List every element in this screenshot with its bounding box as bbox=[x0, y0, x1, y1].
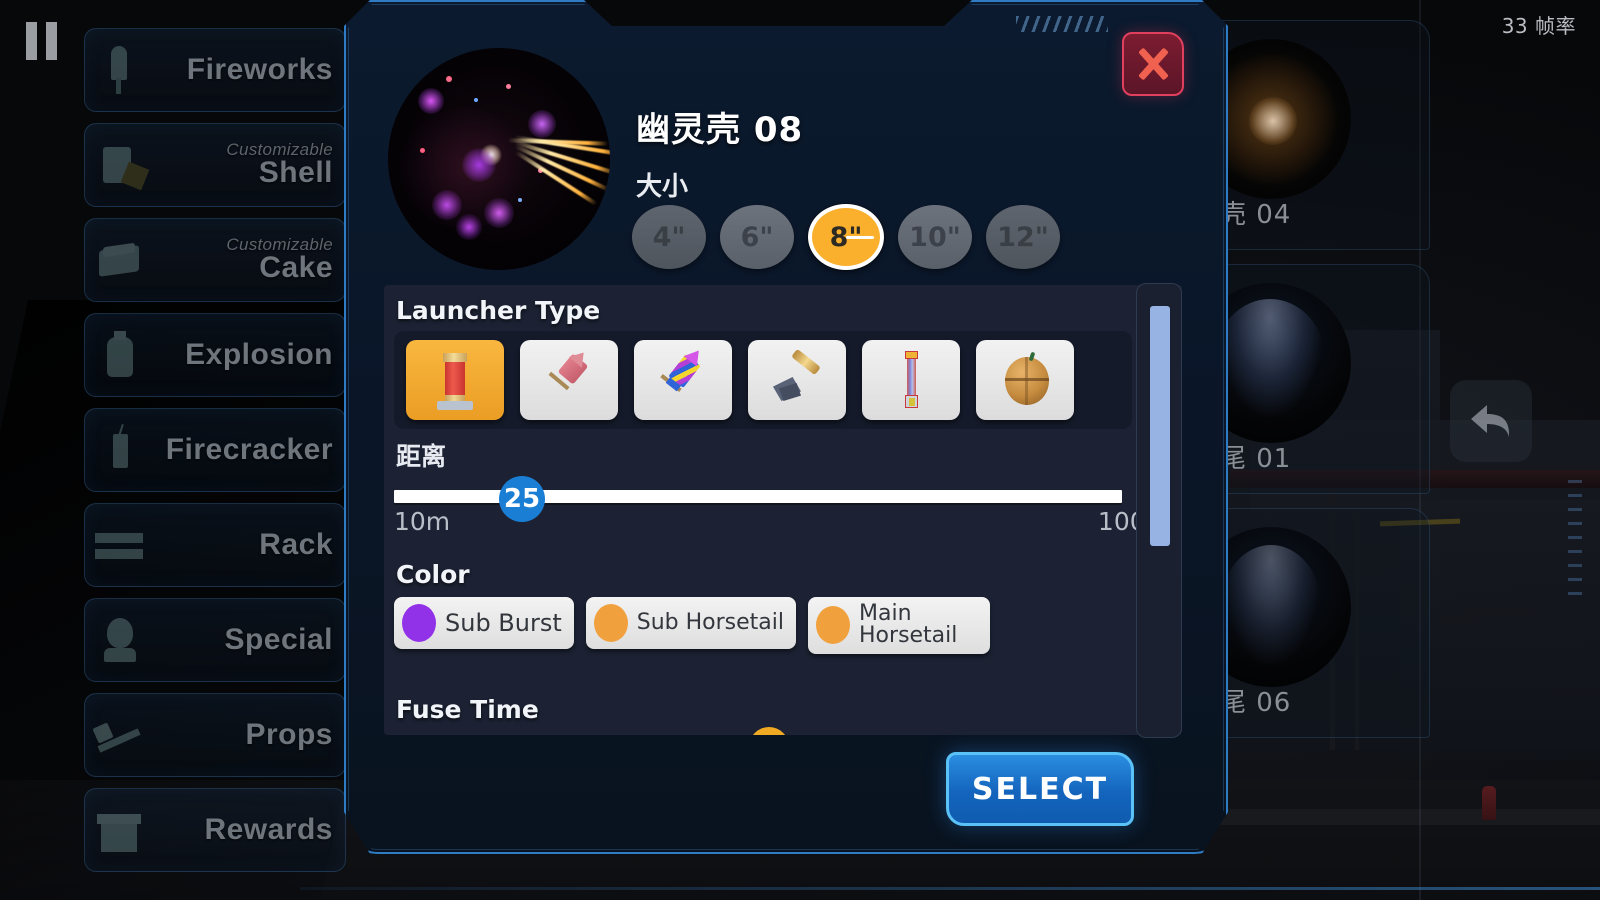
size-option-12[interactable]: 12" bbox=[986, 205, 1060, 269]
distance-label: 距离 bbox=[396, 442, 447, 471]
pause-icon bbox=[46, 22, 57, 60]
sidebar-item-label: Explosion bbox=[185, 337, 333, 371]
fuse-time-slider-handle-partial[interactable] bbox=[749, 727, 789, 735]
size-option-4[interactable]: 4" bbox=[632, 205, 706, 269]
fps-counter: 33 帧率 bbox=[1501, 14, 1576, 38]
close-button[interactable] bbox=[1122, 32, 1184, 96]
gift-icon bbox=[91, 802, 147, 858]
color-swatch bbox=[402, 604, 436, 642]
sidebar-item-shell[interactable]: Customizable Shell bbox=[84, 123, 346, 207]
color-heading: Color bbox=[396, 560, 470, 589]
special-icon bbox=[91, 612, 147, 668]
color-option-sub-horsetail[interactable]: Sub Horsetail bbox=[585, 597, 797, 649]
cake-icon bbox=[91, 232, 147, 288]
sidebar-item-label: Firecracker bbox=[165, 432, 333, 466]
scrollbar-thumb[interactable] bbox=[1150, 306, 1170, 546]
pause-icon bbox=[26, 22, 37, 60]
rack-icon bbox=[91, 517, 147, 573]
decorative-hatching bbox=[1016, 16, 1108, 32]
firecracker-icon bbox=[91, 422, 147, 478]
distance-min-label: 10m bbox=[394, 507, 451, 536]
fuse-time-heading: Fuse Time bbox=[396, 695, 539, 724]
gas-cylinder-icon bbox=[91, 327, 147, 383]
color-option-label: Sub Horsetail bbox=[636, 609, 785, 635]
size-option-10[interactable]: 10" bbox=[898, 205, 972, 269]
sidebar-item-special[interactable]: Special bbox=[84, 598, 346, 682]
shell-icon bbox=[91, 137, 147, 193]
launcher-type-options bbox=[394, 331, 1132, 429]
game-screen: 33 帧率 Fireworks Customizable Shell Custom… bbox=[0, 0, 1600, 900]
mortar-tube-icon bbox=[427, 349, 483, 411]
shell-ball-icon bbox=[997, 349, 1053, 411]
color-option-main-horsetail[interactable]: Main Horsetail bbox=[808, 597, 991, 654]
settings-panel: Launcher Type 距离 25 10m 100m Color Sub B… bbox=[384, 285, 1182, 735]
distance-slider[interactable]: 25 bbox=[394, 476, 1122, 522]
sidebar-item-cake[interactable]: Customizable Cake bbox=[84, 218, 346, 302]
roman-candle-icon bbox=[883, 349, 939, 411]
undo-button[interactable] bbox=[1450, 380, 1532, 462]
pink-rocket-icon bbox=[541, 349, 597, 411]
rocket-icon bbox=[91, 42, 147, 98]
launcher-option-pink-rocket[interactable] bbox=[520, 340, 618, 420]
undo-arrow-icon bbox=[1471, 405, 1510, 437]
sidebar-item-label: Rewards bbox=[204, 812, 333, 846]
firework-preview bbox=[388, 48, 610, 270]
size-option-8-selected[interactable]: 8" bbox=[808, 204, 884, 270]
sidebar-item-rewards[interactable]: Rewards bbox=[84, 788, 346, 872]
sidebar-item-rack[interactable]: Rack bbox=[84, 503, 346, 587]
launcher-option-roman-candle[interactable] bbox=[862, 340, 960, 420]
color-option-sub-burst[interactable]: Sub Burst bbox=[394, 597, 574, 649]
sidebar-item-label: Shell bbox=[258, 156, 333, 190]
decorative-vent bbox=[1568, 480, 1582, 600]
fireworks-config-dialog: 幽灵壳 08 大小 4" 6" 8" 10" 12" Launcher Type bbox=[344, 0, 1228, 854]
pause-button[interactable] bbox=[26, 22, 60, 60]
launcher-type-heading: Launcher Type bbox=[396, 296, 601, 325]
launcher-option-dart-rocket[interactable] bbox=[748, 340, 846, 420]
sidebar-item-label: Rack bbox=[259, 527, 333, 561]
color-options: Sub Burst Sub Horsetail Main Horsetail bbox=[394, 597, 991, 654]
settings-scrollbar[interactable] bbox=[1136, 283, 1182, 738]
launcher-option-mortar-tube[interactable] bbox=[406, 340, 504, 420]
color-swatch bbox=[816, 606, 851, 645]
dart-rocket-icon bbox=[769, 348, 825, 411]
sidebar-item-label: Fireworks bbox=[186, 52, 333, 86]
close-icon bbox=[1136, 47, 1170, 81]
bottom-frame-accent bbox=[300, 887, 1600, 890]
props-icon bbox=[91, 707, 147, 763]
color-swatch bbox=[593, 604, 628, 642]
sidebar-item-fireworks[interactable]: Fireworks bbox=[84, 28, 346, 112]
size-option-6[interactable]: 6" bbox=[720, 205, 794, 269]
launcher-option-striped-rocket[interactable] bbox=[634, 340, 732, 420]
sidebar-item-label: Special bbox=[224, 622, 333, 656]
striped-rocket-icon bbox=[655, 349, 711, 411]
distance-slider-handle[interactable]: 25 bbox=[499, 476, 545, 522]
sidebar-item-explosion[interactable]: Explosion bbox=[84, 313, 346, 397]
page-title: 幽灵壳 08 bbox=[636, 110, 804, 150]
color-option-label: Main Horsetail bbox=[859, 601, 958, 649]
color-option-label: Sub Burst bbox=[445, 608, 562, 637]
size-section-label: 大小 bbox=[636, 172, 689, 202]
sidebar-item-label: Cake bbox=[259, 251, 333, 285]
sidebar-item-label: Props bbox=[245, 717, 333, 751]
size-options: 4" 6" 8" 10" 12" bbox=[632, 204, 1060, 270]
sidebar-item-props[interactable]: Props bbox=[84, 693, 346, 777]
sidebar-item-firecracker[interactable]: Firecracker bbox=[84, 408, 346, 492]
launcher-option-shell-ball[interactable] bbox=[976, 340, 1074, 420]
select-button[interactable]: SELECT bbox=[946, 752, 1134, 826]
category-sidebar: Fireworks Customizable Shell Customizable… bbox=[84, 28, 346, 872]
